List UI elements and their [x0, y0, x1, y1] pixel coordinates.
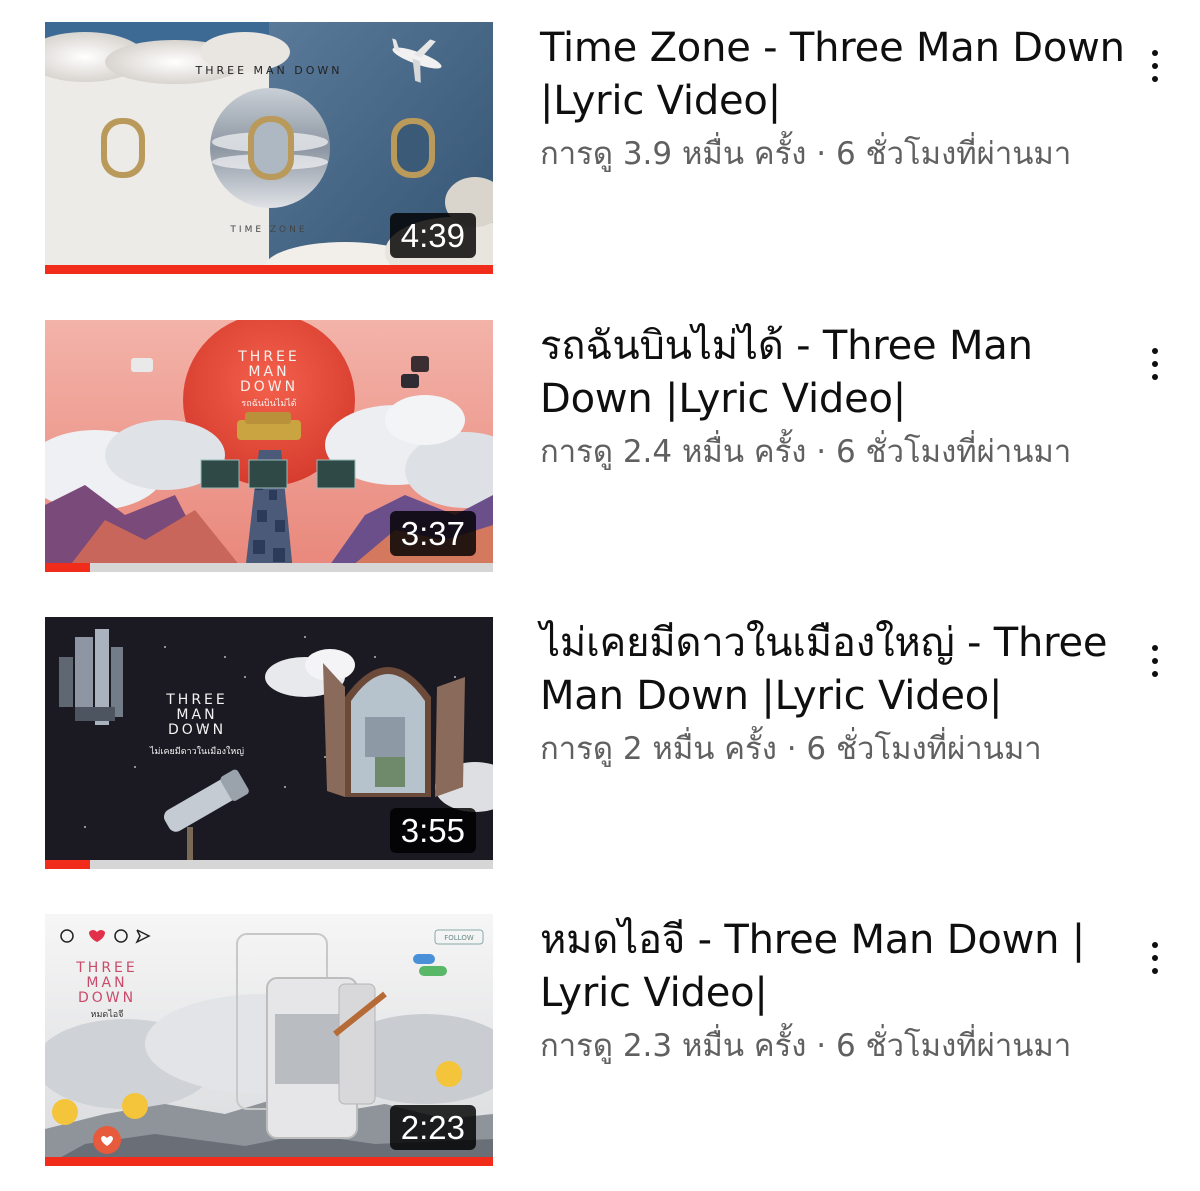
thumb-subtitle: รถฉันบินไม่ได้ [241, 398, 296, 409]
upload-age: 6 ชั่วโมงที่ผ่านมา [835, 434, 1072, 470]
thumb-wordmark: THREE [75, 960, 138, 976]
thumb-wordmark: THREE [237, 349, 300, 365]
video-item[interactable]: THREE MAN DOWN ไม่เคยมีดาวในเมืองใหญ่ 3:… [0, 617, 1200, 877]
watch-progress-bar [45, 265, 493, 274]
watch-progress-fill [45, 860, 90, 869]
meta-separator: · [816, 434, 827, 470]
thumb-wordmark: MAN [248, 364, 289, 380]
video-title[interactable]: ไม่เคยมีดาวในเมืองใหญ่ - Three Man Down … [540, 617, 1130, 723]
more-vert-icon[interactable] [1135, 645, 1175, 685]
video-meta: Time Zone - Three Man Down |Lyric Video|… [540, 22, 1130, 174]
laughing-emoji-icon [436, 1061, 462, 1087]
thumb-wordmark: THREE MAN DOWN [194, 64, 342, 77]
duration-badge: 3:55 [389, 808, 476, 853]
thumb-follow-label: FOLLOW [444, 934, 474, 942]
thumb-wordmark: DOWN [168, 722, 226, 738]
watch-progress-bar [45, 860, 493, 869]
thumb-wordmark: THREE [165, 692, 228, 708]
upload-age: 6 ชั่วโมงที่ผ่านมา [835, 1028, 1072, 1064]
upload-age: 6 ชั่วโมงที่ผ่านมา [806, 731, 1042, 767]
more-vert-icon[interactable] [1135, 348, 1175, 388]
watch-progress-fill [45, 1157, 493, 1166]
video-info: การดู 3.9 หมื่น ครั้ง · 6 ชั่วโมงที่ผ่าน… [540, 134, 1130, 174]
view-count: การดู 2 หมื่น ครั้ง [540, 731, 777, 767]
thumb-subtitle: หมดไอจี [91, 1009, 124, 1020]
video-thumbnail[interactable]: THREE MAN DOWN ไม่เคยมีดาวในเมืองใหญ่ 3:… [45, 617, 493, 869]
video-thumbnail[interactable]: FOLLOW THREE MAN DOWN หมดไอจี 2:23 [45, 914, 493, 1166]
video-list: THREE MAN DOWN TIME ZONE 4:39 Time Zone … [0, 0, 1200, 1191]
watch-progress-bar [45, 563, 493, 572]
video-meta: หมดไอจี - Three Man Down | Lyric Video| … [540, 914, 1130, 1066]
thumb-wordmark: DOWN [240, 379, 298, 395]
view-count: การดู 2.3 หมื่น ครั้ง [540, 1028, 807, 1064]
surprised-emoji-icon [122, 1093, 148, 1119]
thumb-subtitle: TIME ZONE [229, 225, 307, 235]
video-item[interactable]: THREE MAN DOWN TIME ZONE 4:39 Time Zone … [0, 22, 1200, 282]
watch-progress-fill [45, 563, 90, 572]
video-item[interactable]: THREE MAN DOWN รถฉันบินไม่ได้ 3:37 รถฉัน… [0, 320, 1200, 580]
watch-progress-fill [45, 265, 493, 274]
thumb-wordmark: MAN [86, 975, 127, 991]
video-meta: ไม่เคยมีดาวในเมืองใหญ่ - Three Man Down … [540, 617, 1130, 769]
meta-separator: · [816, 1028, 827, 1064]
duration-badge: 2:23 [389, 1105, 476, 1150]
thumb-wordmark: DOWN [78, 990, 136, 1006]
video-thumbnail[interactable]: THREE MAN DOWN TIME ZONE 4:39 [45, 22, 493, 274]
video-title[interactable]: หมดไอจี - Three Man Down | Lyric Video| [540, 914, 1130, 1020]
duration-badge: 4:39 [389, 213, 476, 258]
video-info: การดู 2 หมื่น ครั้ง · 6 ชั่วโมงที่ผ่านมา [540, 729, 1130, 769]
meta-separator: · [816, 136, 827, 172]
video-meta: รถฉันบินไม่ได้ - Three Man Down |Lyric V… [540, 320, 1130, 472]
watch-progress-bar [45, 1157, 493, 1166]
view-count: การดู 3.9 หมื่น ครั้ง [540, 136, 807, 172]
view-count: การดู 2.4 หมื่น ครั้ง [540, 434, 807, 470]
video-thumbnail[interactable]: THREE MAN DOWN รถฉันบินไม่ได้ 3:37 [45, 320, 493, 572]
upload-age: 6 ชั่วโมงที่ผ่านมา [835, 136, 1072, 172]
duration-badge: 3:37 [389, 511, 476, 556]
thumb-subtitle: ไม่เคยมีดาวในเมืองใหญ่ [149, 746, 244, 757]
laughing-emoji-icon [52, 1099, 78, 1125]
meta-separator: · [786, 731, 797, 767]
thumb-wordmark: MAN [176, 707, 217, 723]
video-item[interactable]: FOLLOW THREE MAN DOWN หมดไอจี 2:23 หมดไอ… [0, 914, 1200, 1174]
video-info: การดู 2.3 หมื่น ครั้ง · 6 ชั่วโมงที่ผ่าน… [540, 1026, 1130, 1066]
video-info: การดู 2.4 หมื่น ครั้ง · 6 ชั่วโมงที่ผ่าน… [540, 432, 1130, 472]
video-title[interactable]: รถฉันบินไม่ได้ - Three Man Down |Lyric V… [540, 320, 1130, 426]
video-title[interactable]: Time Zone - Three Man Down |Lyric Video| [540, 22, 1130, 128]
more-vert-icon[interactable] [1135, 50, 1175, 90]
more-vert-icon[interactable] [1135, 942, 1175, 982]
